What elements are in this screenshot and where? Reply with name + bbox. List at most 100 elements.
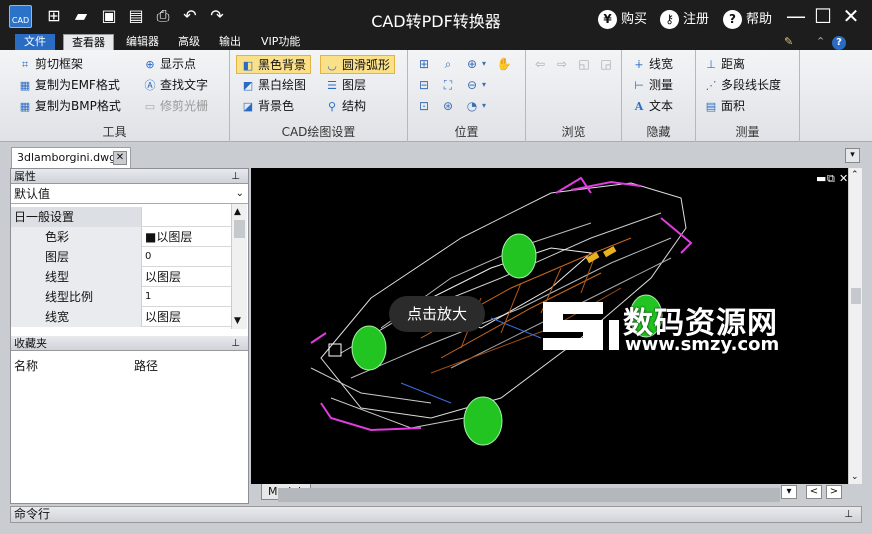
copy-bmp-button[interactable]: ▦ 复制为BMP格式 — [18, 97, 121, 116]
close-button[interactable]: ✕ — [840, 4, 862, 28]
scroll-down-icon[interactable]: ▼ — [234, 316, 241, 326]
lineweight-icon: ∔ — [634, 57, 644, 71]
real-size-icon[interactable]: ⛶ — [440, 77, 456, 93]
zoom-realtime-icon[interactable]: ⊛ — [440, 98, 456, 114]
text-button[interactable]: A 文本 — [632, 97, 673, 116]
trim-raster-button[interactable]: ▭ 修剪光栅 — [143, 97, 208, 116]
chevron-down-icon: ⌄ — [235, 188, 244, 199]
forward-arrow-icon[interactable]: ⇨ — [554, 56, 570, 72]
category-general[interactable]: 日一般设置 — [11, 207, 231, 227]
viewport-vertical-scrollbar[interactable]: ⌃ ⌄ — [848, 168, 862, 484]
smooth-arc-button[interactable]: ◡ 圆滑弧形 — [320, 55, 396, 74]
show-points-button[interactable]: ⊕ 显示点 — [143, 55, 196, 74]
polyline-length-button[interactable]: ⋰ 多段线长度 — [704, 76, 782, 95]
copy-emf-button[interactable]: ▦ 复制为EMF格式 — [18, 76, 120, 95]
buy-button[interactable]: ¥ 购买 — [598, 8, 647, 29]
orbit-icon[interactable]: ◔ — [464, 98, 480, 114]
copy-emf-label: 复制为EMF格式 — [35, 78, 120, 92]
viewport-minimize-icon[interactable]: ▬ — [816, 172, 826, 185]
prev-layout-icon[interactable]: < — [806, 485, 822, 499]
crop-frame-button[interactable]: ⌗ 剪切框架 — [18, 55, 83, 74]
copy-bmp-label: 复制为BMP格式 — [35, 99, 121, 113]
prop-value[interactable]: 以图层 — [143, 307, 231, 327]
horizontal-scrollbar[interactable] — [278, 488, 780, 502]
trim-raster-icon: ▭ — [144, 99, 156, 113]
group-browse: ⇦ ⇨ ◱ ◲ 浏览 — [526, 50, 622, 142]
bw-drawing-button[interactable]: ◩ 黑白绘图 — [241, 76, 306, 95]
prop-row-linetype-scale[interactable]: 线型比例 1 — [11, 287, 231, 307]
layout-dropdown-icon[interactable]: ▾ — [781, 485, 797, 499]
properties-scrollbar[interactable]: ▲ ▼ — [231, 204, 247, 329]
zoom-window-icon[interactable]: ⌕ — [440, 56, 456, 72]
dimension-icon: ⊢ — [634, 78, 644, 92]
help-button[interactable]: ? 帮助 — [723, 8, 772, 29]
command-line-title: 命令行 — [14, 507, 51, 521]
brush-icon[interactable]: ✎ — [778, 34, 799, 50]
prop-value[interactable]: 0 — [143, 247, 231, 267]
black-background-button[interactable]: ◧ 黑色背景 — [236, 55, 312, 74]
zoom-out-dropdown-icon[interactable]: ▾ — [480, 77, 488, 93]
prop-value[interactable]: 以图层 — [143, 267, 231, 287]
zoom-in-dropdown-icon[interactable]: ▾ — [480, 56, 488, 72]
layers-button[interactable]: ☰ 图层 — [325, 76, 366, 95]
minimize-button[interactable]: — — [785, 4, 807, 28]
bg-color-button[interactable]: ◪ 背景色 — [241, 97, 294, 116]
drawing-viewport[interactable]: 点击放大 数码资源网 www.smzy.com — [251, 168, 848, 484]
scroll-thumb[interactable] — [234, 220, 245, 238]
structure-label: 结构 — [342, 99, 367, 113]
tab-advanced[interactable]: 高级 — [172, 34, 206, 50]
scroll-thumb[interactable] — [851, 288, 861, 304]
zoom-previous-icon[interactable]: ⊡ — [416, 98, 432, 114]
viewport-restore-icon[interactable]: ⧉ — [827, 172, 835, 186]
document-tabs: 3dlamborgini.dwg ✕ ▾ — [0, 143, 872, 168]
orbit-dropdown-icon[interactable]: ▾ — [480, 98, 488, 114]
tab-viewer[interactable]: 查看器 — [63, 34, 114, 51]
next-page-icon[interactable]: ◲ — [598, 56, 614, 72]
hide-measure-button[interactable]: ⊢ 测量 — [632, 76, 673, 95]
maximize-button[interactable]: ☐ — [812, 4, 834, 28]
find-text-button[interactable]: Ⓐ 查找文字 — [143, 76, 209, 95]
pin-icon[interactable]: ⊥ — [231, 169, 240, 184]
register-button[interactable]: ⚷ 注册 — [660, 8, 709, 29]
tab-vip[interactable]: VIP功能 — [255, 34, 306, 50]
area-button[interactable]: ▤ 面积 — [704, 97, 745, 116]
zoom-in-icon[interactable]: ⊕ — [464, 56, 480, 72]
watermark-logo-icon — [543, 302, 619, 350]
pin-icon[interactable]: ⊥ — [844, 507, 853, 522]
close-tab-icon[interactable]: ✕ — [113, 151, 127, 165]
group-browse-label: 浏览 — [561, 125, 586, 139]
prev-page-icon[interactable]: ◱ — [576, 56, 592, 72]
scroll-down-icon[interactable]: ⌄ — [851, 472, 859, 482]
next-layout-icon[interactable]: > — [826, 485, 842, 499]
viewport-close-icon[interactable]: ✕ — [839, 172, 848, 185]
zoom-out-icon[interactable]: ⊖ — [464, 77, 480, 93]
scroll-up-icon[interactable]: ⌃ — [851, 170, 859, 180]
menu-bar: 文件 查看器 编辑器 高级 输出 VIP功能 ✎ ⌃ ? — [0, 34, 872, 51]
pin-icon[interactable]: ⊥ — [231, 336, 240, 351]
tab-list-dropdown-icon[interactable]: ▾ — [845, 148, 860, 163]
text-label: 文本 — [649, 99, 674, 113]
ribbon-help-icon[interactable]: ? — [826, 34, 852, 50]
fit-window-icon[interactable]: ⊟ — [416, 77, 432, 93]
prop-row-linetype[interactable]: 线型 以图层 — [11, 267, 231, 287]
distance-button[interactable]: ⊥ 距离 — [704, 55, 745, 74]
prop-row-layer[interactable]: 图层 0 — [11, 247, 231, 267]
pan-hand-icon[interactable]: ✋ — [496, 56, 512, 72]
ribbon: ⌗ 剪切框架 ⊕ 显示点 ▦ 复制为EMF格式 Ⓐ 查找文字 ▦ 复制为BMP格式 ▭ 修剪… — [0, 50, 872, 142]
back-arrow-icon[interactable]: ⇦ — [532, 56, 548, 72]
prop-value[interactable]: ■以图层 — [143, 227, 231, 247]
tab-file[interactable]: 文件 — [15, 34, 55, 50]
properties-combo[interactable]: 默认值 ⌄ — [11, 185, 248, 204]
prop-row-color[interactable]: 色彩 ■以图层 — [11, 227, 231, 247]
fit-extents-icon[interactable]: ⊞ — [416, 56, 432, 72]
tab-output[interactable]: 输出 — [213, 34, 247, 50]
scroll-up-icon[interactable]: ▲ — [234, 207, 241, 217]
prop-value[interactable]: 1 — [143, 287, 231, 307]
register-label: 注册 — [683, 12, 710, 27]
document-tab[interactable]: 3dlamborgini.dwg ✕ — [11, 147, 131, 168]
tab-editor[interactable]: 编辑器 — [120, 34, 165, 50]
structure-button[interactable]: ⚲ 结构 — [325, 97, 366, 116]
prop-row-lineweight[interactable]: 线宽 以图层 — [11, 307, 231, 327]
lineweight-button[interactable]: ∔ 线宽 — [632, 55, 673, 74]
group-measure: ⊥ 距离 ⋰ 多段线长度 ▤ 面积 测量 — [696, 50, 800, 142]
